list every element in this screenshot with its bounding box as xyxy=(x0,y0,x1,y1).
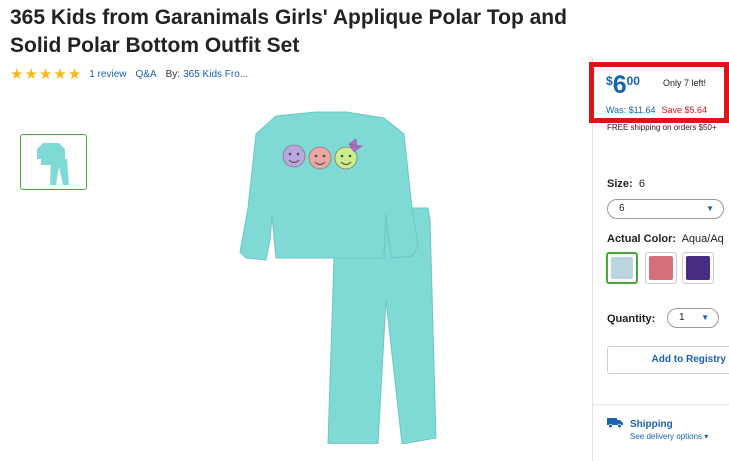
delivery-options-label: See delivery options xyxy=(630,432,703,441)
star-icon: ★ xyxy=(10,66,24,83)
truck-icon xyxy=(607,418,623,428)
size-label-row: Size: 6 xyxy=(607,178,645,190)
qa-link[interactable]: Q&A xyxy=(136,69,157,80)
add-to-registry-button[interactable]: Add to Registry xyxy=(607,346,729,374)
chevron-down-icon: ▼ xyxy=(706,204,714,213)
star-icon: ★ xyxy=(38,66,53,83)
by-label: By: xyxy=(165,69,181,80)
review-link[interactable]: 1 review xyxy=(89,69,126,80)
quantity-value: 1 xyxy=(679,312,685,323)
shipping-title: Shipping xyxy=(630,419,673,430)
chevron-down-icon: ▾ xyxy=(704,432,709,441)
price-cents: 00 xyxy=(626,74,640,88)
size-value: 6 xyxy=(638,178,645,190)
size-label: Size: xyxy=(607,178,633,190)
divider xyxy=(592,404,729,405)
size-select[interactable]: 6 ▼ xyxy=(607,199,724,219)
product-image[interactable] xyxy=(216,108,442,444)
star-icon: ★ xyxy=(53,66,67,83)
savings-amount: Save $5.64 xyxy=(661,105,708,115)
current-price: $600 xyxy=(606,71,640,100)
product-thumbnail[interactable] xyxy=(20,134,87,190)
was-price-line: Was: $11.64 Save $5.64 xyxy=(606,105,707,115)
brand-byline: By: 365 Kids Fro... xyxy=(166,69,257,80)
price-dollars: 6 xyxy=(612,71,627,99)
color-swatch-purple[interactable] xyxy=(682,252,714,284)
thumbnail-outfit-image xyxy=(37,143,69,185)
price-highlight-box: $600 Only 7 left! Was: $11.64 Save $5.64 xyxy=(589,62,729,123)
product-title: 365 Kids from Garanimals Girls' Applique… xyxy=(10,6,567,57)
swatch-fill xyxy=(611,257,633,279)
chevron-down-icon: ▼ xyxy=(701,313,709,322)
price-currency: $ xyxy=(606,74,613,88)
color-swatch-aqua[interactable] xyxy=(606,252,638,284)
color-value: Aqua/Aq xyxy=(681,233,724,245)
rating-stars[interactable]: ★ ★ ★ ★ ★ xyxy=(10,67,82,82)
color-label-row: Actual Color: Aqua/Aq xyxy=(607,233,724,245)
color-label: Actual Color: xyxy=(607,233,677,245)
swatch-fill xyxy=(649,256,673,280)
star-icon: ★ xyxy=(67,66,82,83)
size-select-value: 6 xyxy=(619,203,625,214)
star-icon: ★ xyxy=(24,66,38,83)
color-swatch-pink[interactable] xyxy=(645,252,677,284)
stock-notice: Only 7 left! xyxy=(663,78,707,88)
swatch-fill xyxy=(686,256,710,280)
brand-link[interactable]: 365 Kids Fro... xyxy=(183,69,248,80)
was-price: Was: $11.64 xyxy=(606,105,656,115)
product-meta-row: ★ ★ ★ ★ ★ 1 review Q&A By: 365 Kids Fro..… xyxy=(10,67,257,82)
delivery-options-link[interactable]: See delivery options ▾ xyxy=(630,432,708,441)
free-shipping-note: FREE shipping on orders $50+ xyxy=(607,123,717,132)
quantity-label: Quantity: xyxy=(607,313,656,325)
quantity-select[interactable]: 1 ▼ xyxy=(667,308,719,328)
